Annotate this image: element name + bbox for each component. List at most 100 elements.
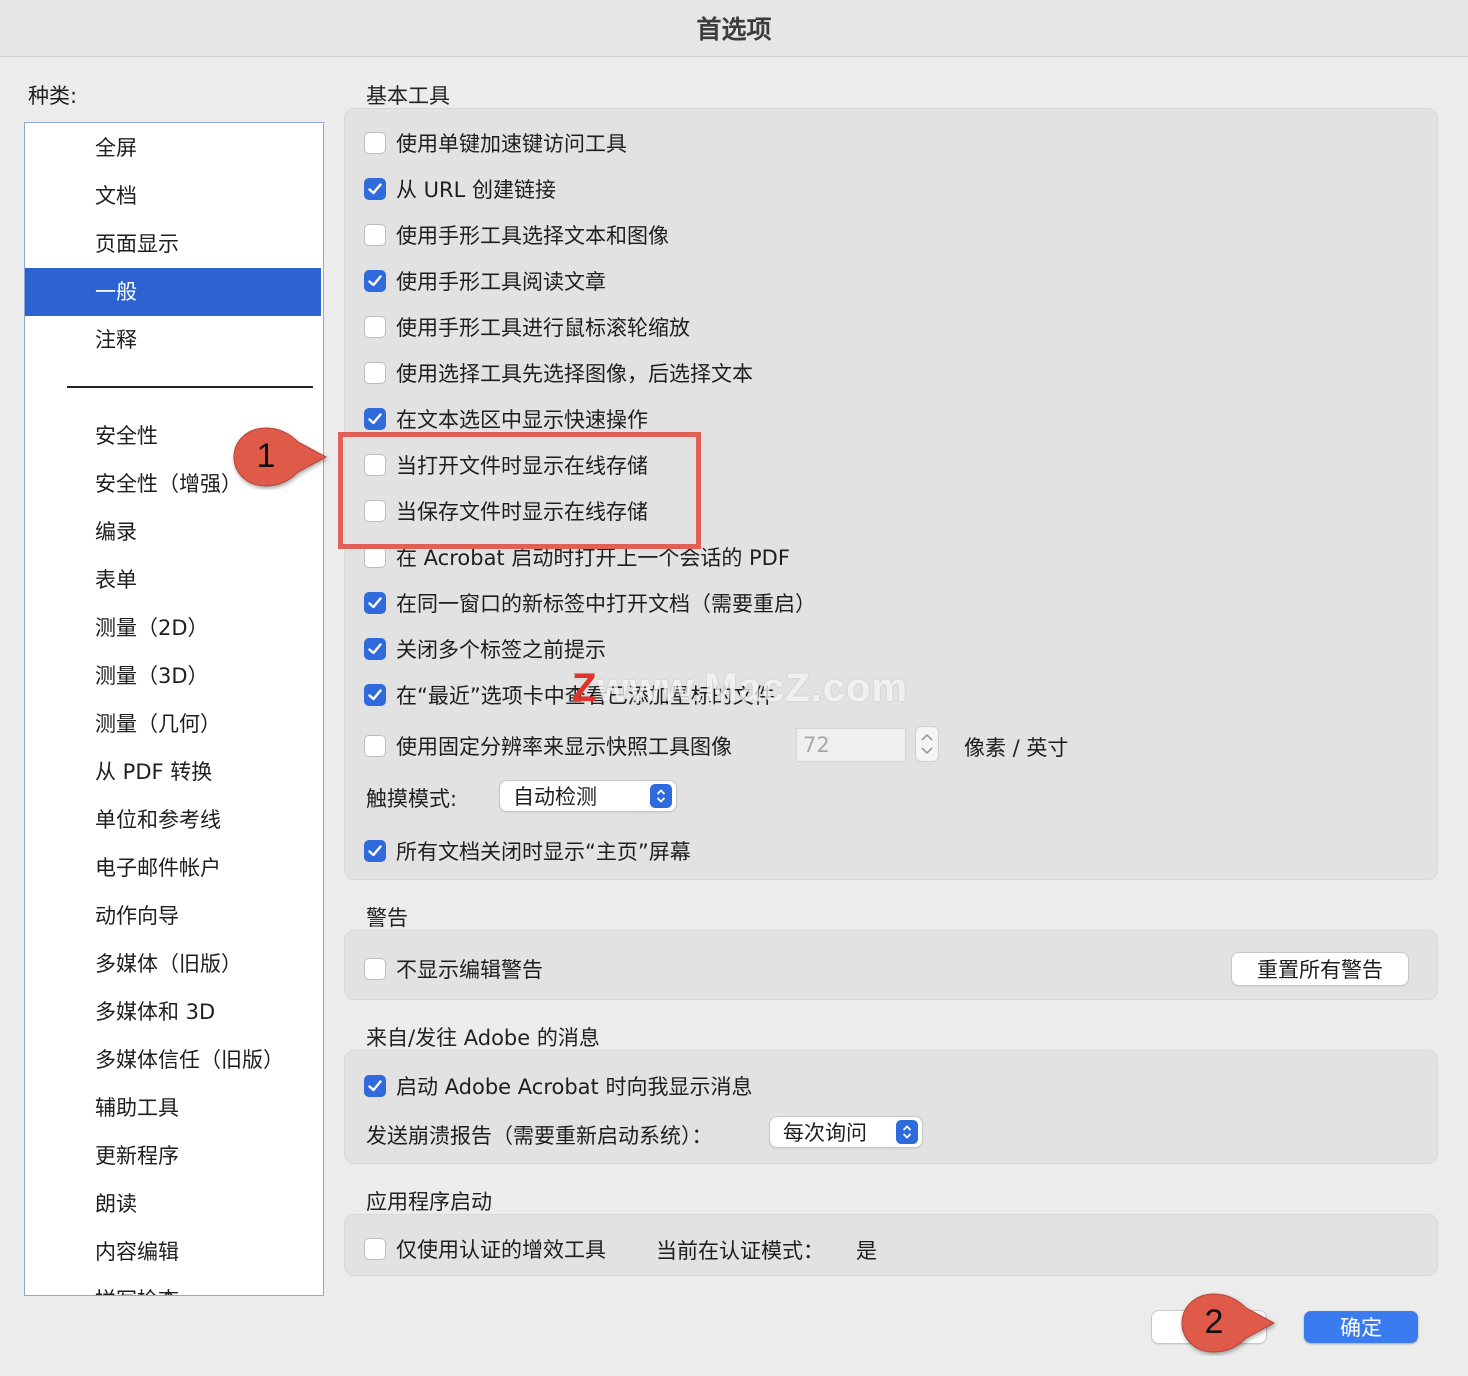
category-list[interactable]: 全屏 文档 页面显示 一般 注释 安全性 安全性（增强） 编录 表单 测量（2D） 测量（3D） 测量…	[24, 122, 324, 1296]
sidebar-item[interactable]: 注释	[25, 316, 321, 364]
fixed-resolution-row[interactable]: 使用固定分辨率来显示快照工具图像	[364, 731, 732, 761]
option-checkbox[interactable]	[364, 224, 386, 246]
option-row[interactable]: 使用单键加速键访问工具	[364, 128, 627, 158]
checkmark-icon	[368, 413, 382, 425]
option-label: 在文本选区中显示快速操作	[396, 408, 648, 432]
callout-1: 1	[230, 424, 330, 490]
reset-warnings-button[interactable]: 重置所有警告	[1232, 953, 1408, 985]
ok-button[interactable]: 确定	[1304, 1311, 1418, 1343]
select-arrows-icon	[896, 1120, 918, 1144]
option-checkbox[interactable]	[364, 638, 386, 660]
callout-2-number: 2	[1204, 1303, 1224, 1341]
highlight-box	[338, 432, 701, 549]
option-checkbox[interactable]	[364, 270, 386, 292]
option-row[interactable]: 在文本选区中显示快速操作	[364, 404, 648, 434]
sidebar-item[interactable]: 多媒体和 3D	[25, 988, 321, 1036]
option-row[interactable]: 在同一窗口的新标签中打开文档（需要重启）	[364, 588, 816, 618]
option-label: 关闭多个标签之前提示	[396, 638, 606, 662]
watermark-text: www.MacZ.com	[597, 666, 909, 710]
show-home-checkbox[interactable]	[364, 840, 386, 862]
option-row[interactable]: 从 URL 创建链接	[364, 174, 556, 204]
option-checkbox[interactable]	[364, 546, 386, 568]
option-row[interactable]: 关闭多个标签之前提示	[364, 634, 606, 664]
certified-plugins-label: 仅使用认证的增效工具	[396, 1238, 606, 1262]
watermark: Zwww.MacZ.com	[572, 666, 908, 711]
sidebar-item[interactable]: 从 PDF 转换	[25, 748, 321, 796]
option-label: 从 URL 创建链接	[396, 178, 557, 202]
checkmark-icon	[368, 1080, 382, 1092]
certified-plugins-row[interactable]: 仅使用认证的增效工具	[364, 1234, 606, 1264]
option-checkbox[interactable]	[364, 592, 386, 614]
crash-report-select[interactable]: 每次询问	[770, 1117, 922, 1147]
crash-report-label: 发送崩溃报告（需要重新启动系统）：	[366, 1124, 713, 1148]
show-home-row[interactable]: 所有文档关闭时显示“主页”屏幕	[364, 836, 691, 866]
show-messages-row[interactable]: 启动 Adobe Acrobat 时向我显示消息	[364, 1071, 752, 1101]
cert-mode-value: 是	[856, 1239, 877, 1263]
resolution-stepper[interactable]	[915, 726, 939, 762]
resolution-input[interactable]: 72	[796, 728, 906, 762]
option-checkbox[interactable]	[364, 362, 386, 384]
sidebar-item[interactable]: 电子邮件帐户	[25, 844, 321, 892]
show-messages-label: 启动 Adobe Acrobat 时向我显示消息	[396, 1075, 753, 1099]
option-label: 使用手形工具阅读文章	[396, 270, 606, 294]
touch-mode-label: 触摸模式:	[366, 787, 458, 811]
option-checkbox[interactable]	[364, 178, 386, 200]
sidebar-divider	[67, 386, 313, 388]
window-title: 首选项	[696, 15, 772, 44]
sidebar-item[interactable]: 编录	[25, 508, 321, 556]
checkmark-icon	[368, 643, 382, 655]
sidebar-item[interactable]: 文档	[25, 172, 321, 220]
warnings-heading: 警告	[366, 906, 408, 930]
sidebar-item[interactable]: 表单	[25, 556, 321, 604]
option-row[interactable]: 使用手形工具阅读文章	[364, 266, 606, 296]
messages-heading: 来自/发往 Adobe 的消息	[366, 1026, 600, 1050]
option-checkbox[interactable]	[364, 132, 386, 154]
sidebar-item[interactable]: 辅助工具	[25, 1084, 321, 1132]
touch-mode-select[interactable]: 自动检测	[500, 781, 676, 811]
no-edit-warning-label: 不显示编辑警告	[396, 958, 543, 982]
sidebar-item[interactable]: 一般	[25, 268, 321, 316]
option-checkbox[interactable]	[364, 684, 386, 706]
fixed-resolution-label: 使用固定分辨率来显示快照工具图像	[396, 735, 732, 759]
sidebar-item[interactable]: 多媒体信任（旧版）	[25, 1036, 321, 1084]
option-label: 使用单键加速键访问工具	[396, 132, 627, 156]
sidebar-item[interactable]: 测量（2D）	[25, 604, 321, 652]
app-startup-heading: 应用程序启动	[366, 1190, 492, 1214]
callout-1-number: 1	[256, 437, 276, 475]
option-label: 使用手形工具选择文本和图像	[396, 224, 669, 248]
sidebar-item[interactable]: 测量（3D）	[25, 652, 321, 700]
resolution-unit: 像素 / 英寸	[964, 736, 1069, 760]
sidebar-item[interactable]: 更新程序	[25, 1132, 321, 1180]
option-checkbox[interactable]	[364, 408, 386, 430]
fixed-resolution-checkbox[interactable]	[364, 735, 386, 757]
option-row[interactable]: 使用选择工具先选择图像，后选择文本	[364, 358, 753, 388]
sidebar-item[interactable]: 朗读	[25, 1180, 321, 1228]
sidebar-item[interactable]: 全屏	[25, 124, 321, 172]
basic-tools-heading: 基本工具	[366, 84, 450, 108]
option-checkbox[interactable]	[364, 316, 386, 338]
checkmark-icon	[368, 597, 382, 609]
option-label: 使用选择工具先选择图像，后选择文本	[396, 362, 753, 386]
callout-2: 2	[1178, 1290, 1278, 1356]
option-label: 使用手形工具进行鼠标滚轮缩放	[396, 316, 690, 340]
show-messages-checkbox[interactable]	[364, 1075, 386, 1097]
option-row[interactable]: 使用手形工具选择文本和图像	[364, 220, 669, 250]
touch-mode-value: 自动检测	[513, 785, 597, 809]
cert-mode-label: 当前在认证模式：	[656, 1239, 824, 1263]
sidebar-item[interactable]: 多媒体（旧版）	[25, 940, 321, 988]
checkmark-icon	[368, 183, 382, 195]
category-heading: 种类:	[28, 84, 78, 108]
sidebar-item[interactable]: 页面显示	[25, 220, 321, 268]
sidebar-item[interactable]: 内容编辑	[25, 1228, 321, 1276]
no-edit-warning-checkbox[interactable]	[364, 958, 386, 980]
sidebar-item[interactable]: 动作向导	[25, 892, 321, 940]
sidebar-item[interactable]: 测量（几何）	[25, 700, 321, 748]
stepper-arrows-icon	[921, 733, 933, 755]
option-row[interactable]: 使用手形工具进行鼠标滚轮缩放	[364, 312, 690, 342]
no-edit-warning-row[interactable]: 不显示编辑警告	[364, 954, 543, 984]
option-label: 在同一窗口的新标签中打开文档（需要重启）	[396, 592, 816, 616]
certified-plugins-checkbox[interactable]	[364, 1238, 386, 1260]
sidebar-item[interactable]: 单位和参考线	[25, 796, 321, 844]
sidebar-item[interactable]: 拼写检查	[25, 1276, 321, 1295]
select-arrows-icon	[650, 784, 672, 808]
